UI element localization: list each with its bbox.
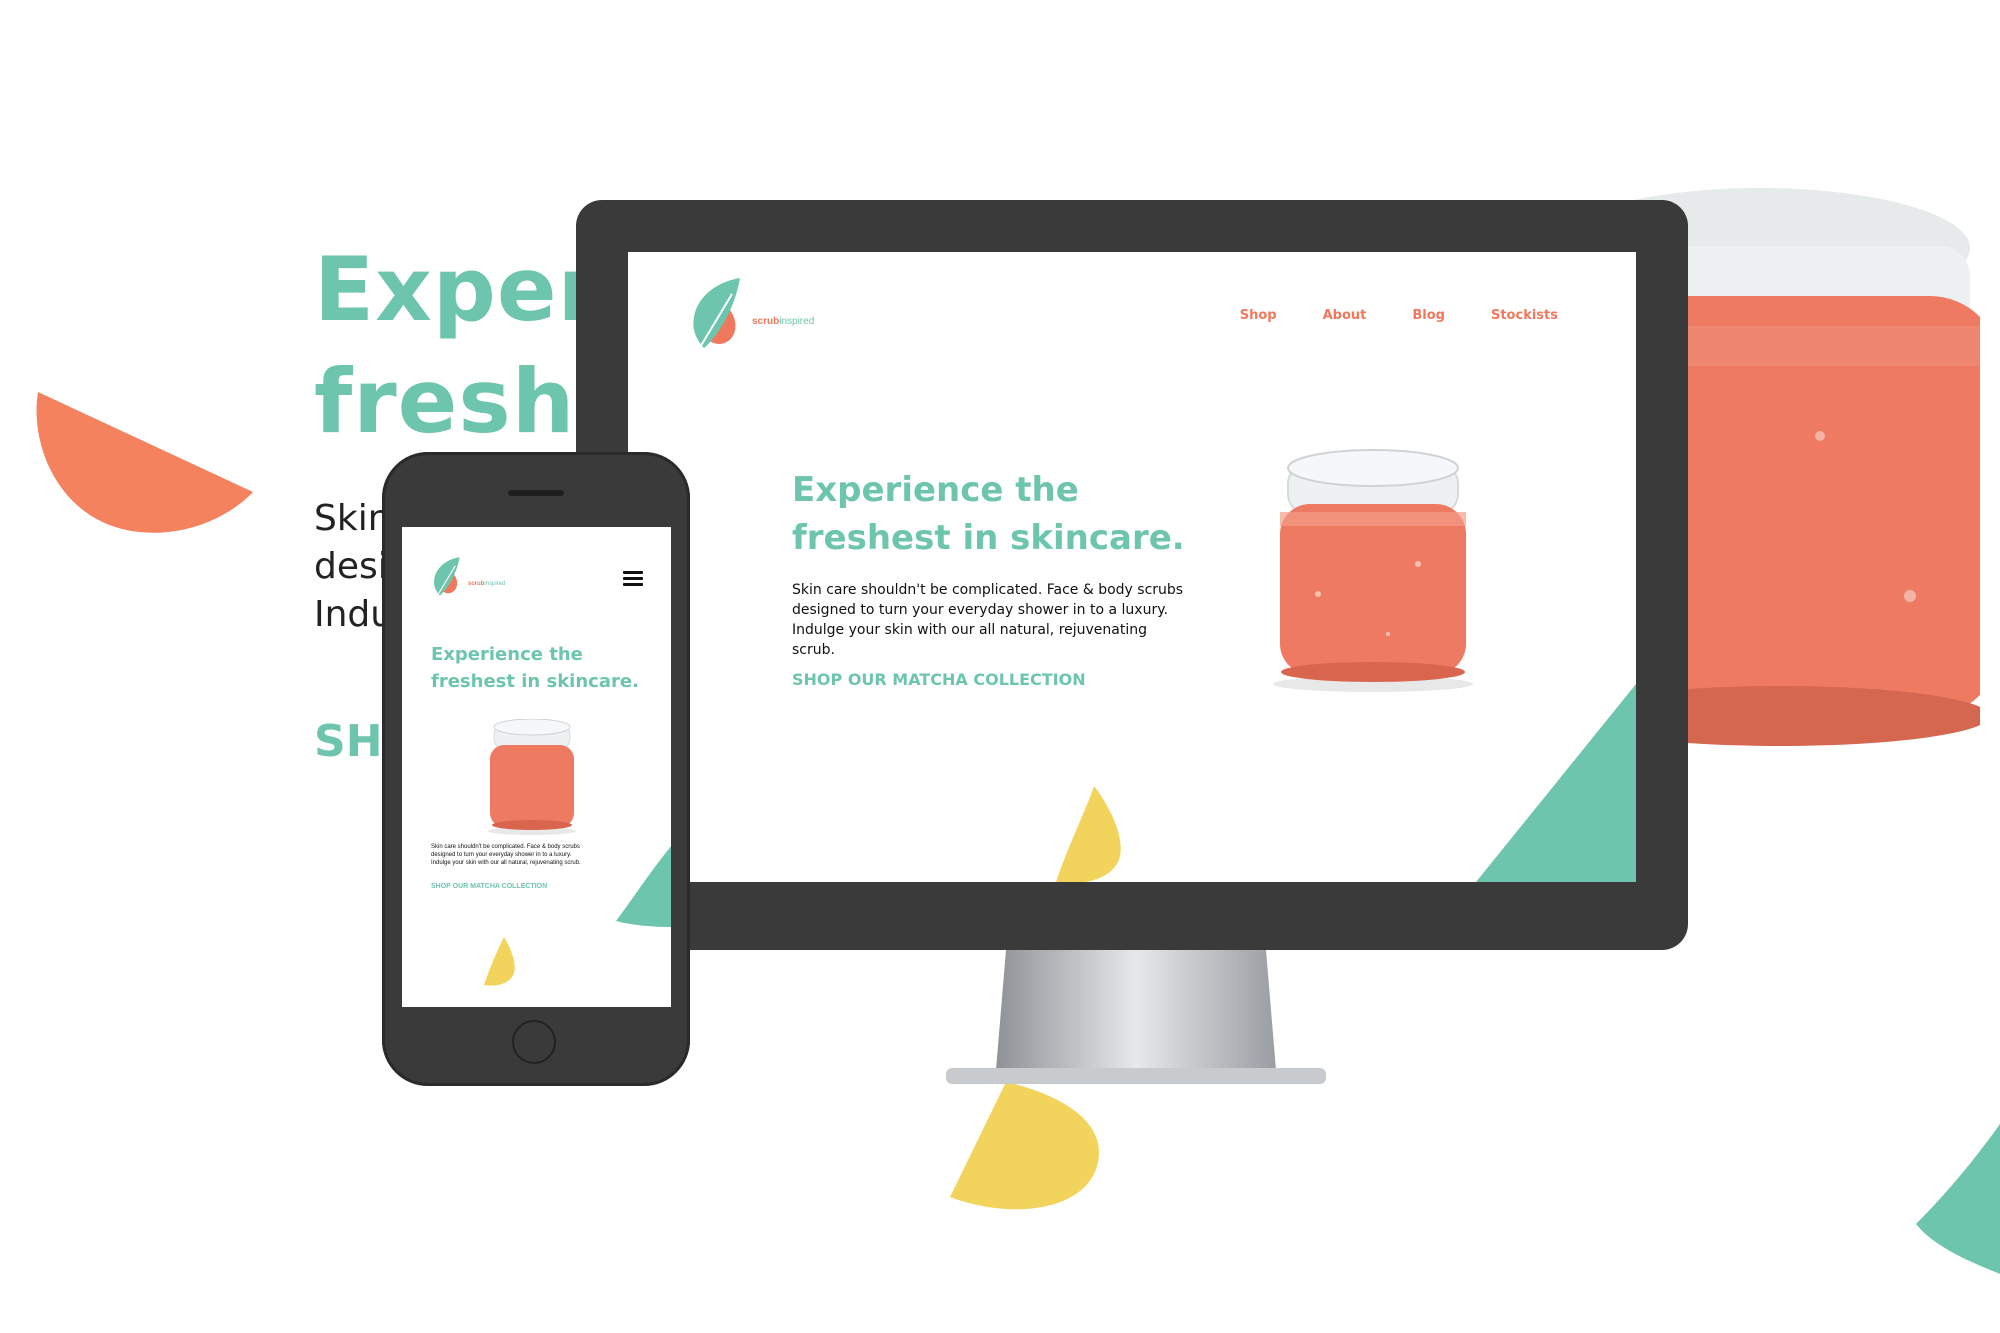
nav-item-about[interactable]: About <box>1323 308 1367 323</box>
phone-green-corner-shape <box>616 846 671 927</box>
phone-hero-body-line3: Indulge your skin with our all natural, … <box>431 860 581 866</box>
desktop-green-corner-shape <box>1476 684 1636 882</box>
phone-leaf-logo-icon[interactable] <box>430 557 464 601</box>
phone-brand-bold: scrub <box>468 581 485 587</box>
shop-matcha-collection-link[interactable]: SHOP OUR MATCHA COLLECTION <box>792 670 1086 689</box>
nav-item-blog[interactable]: Blog <box>1412 308 1445 323</box>
desktop-hero-body-line1: Skin care shouldn't be complicated. Face… <box>792 582 1184 598</box>
desktop-hero-headline-line1: Experience the <box>792 470 1079 510</box>
phone-hero-headline-line1: Experience the <box>431 644 583 665</box>
desktop-monitor-stand <box>946 950 1326 1084</box>
desktop-hero-headline-line2: freshest in skincare. <box>792 518 1185 558</box>
phone-hero-headline-line2: freshest in skincare. <box>431 671 639 692</box>
phone-jar-image <box>488 719 576 835</box>
phone-hero-body: Skin care shouldn't be complicated. Face… <box>431 843 591 867</box>
desktop-brand-bold: scrub <box>752 316 780 327</box>
phone-speaker <box>508 490 564 496</box>
phone-yellow-drop-shape <box>484 937 515 986</box>
desktop-hero-body-line3: Indulge your skin with our all natural, … <box>792 622 1148 658</box>
leaf-logo-icon[interactable] <box>686 278 748 358</box>
phone-home-button[interactable] <box>512 1020 556 1064</box>
phone-brand-light: inspired <box>484 581 506 587</box>
desktop-yellow-drop-shape <box>1056 786 1121 882</box>
nav-item-shop[interactable]: Shop <box>1240 308 1277 323</box>
phone-hero-body-line1: Skin care shouldn't be complicated. Face… <box>431 844 580 850</box>
desktop-hero-headline: Experience the freshest in skincare. <box>792 466 1212 562</box>
phone-hero-body-line2: designed to turn your everyday shower in… <box>431 852 572 858</box>
desktop-hero-body: Skin care shouldn't be complicated. Face… <box>792 580 1192 660</box>
phone-brand-wordmark[interactable]: scrubinspired <box>468 581 505 587</box>
desktop-brand-light: inspired <box>779 316 815 327</box>
phone-hero-headline: Experience the freshest in skincare. <box>431 641 651 695</box>
desktop-hero-body-line2: designed to turn your everyday shower in… <box>792 602 1168 618</box>
phone-shop-matcha-collection-link[interactable]: SHOP OUR MATCHA COLLECTION <box>431 883 547 890</box>
coral-leaf-shape-left <box>36 392 253 533</box>
phone-screen: scrubinspired Experience the freshest in… <box>402 527 671 1007</box>
desktop-screen: scrubinspired Shop About Blog Stockists … <box>628 252 1636 882</box>
nav-item-stockists[interactable]: Stockists <box>1491 308 1558 323</box>
yellow-drop-shape-bottom <box>950 1082 1099 1210</box>
desktop-nav: Shop About Blog Stockists <box>1240 308 1558 323</box>
desktop-brand-wordmark[interactable]: scrubinspired <box>752 316 814 327</box>
hamburger-menu-icon[interactable] <box>623 571 643 587</box>
green-wedge-shape-right <box>1916 1124 2000 1274</box>
desktop-jar-image <box>1273 449 1473 692</box>
